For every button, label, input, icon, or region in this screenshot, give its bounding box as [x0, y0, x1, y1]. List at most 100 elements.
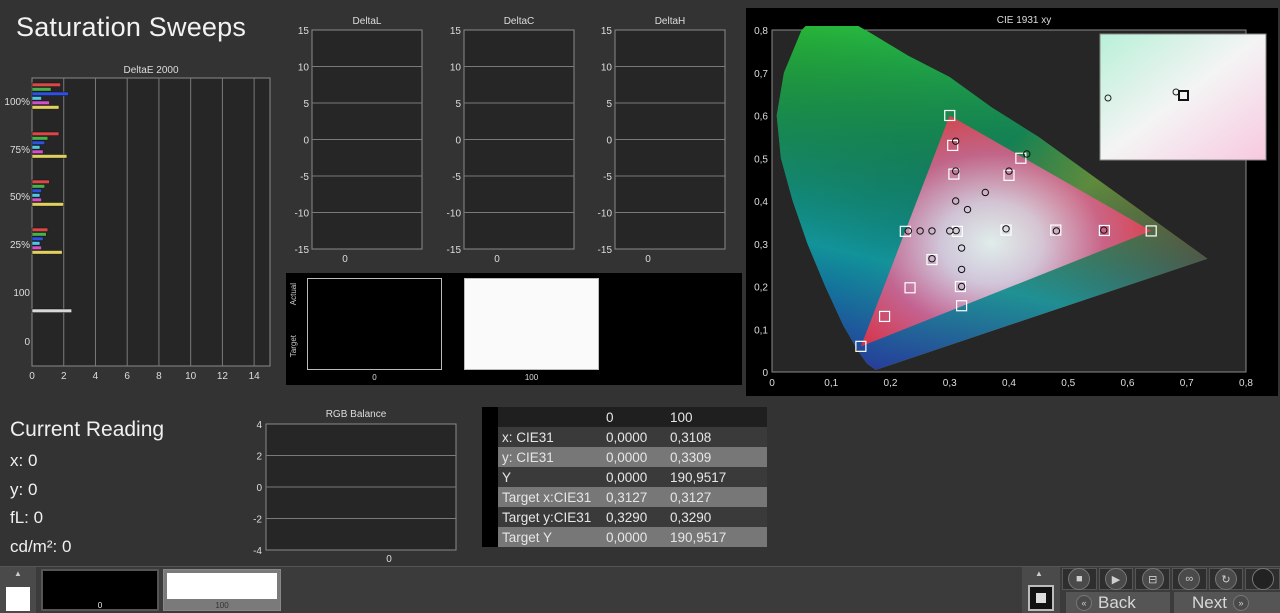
- stop-measure-button[interactable]: [1028, 585, 1054, 611]
- table-row-label: x: CIE31: [502, 429, 554, 445]
- step-button[interactable]: ⊟: [1135, 568, 1171, 590]
- deltae-xtick: 2: [61, 371, 67, 382]
- deltae-xtick: 10: [185, 371, 197, 382]
- table-row-stub: [482, 427, 498, 447]
- table-cell: 190,9517: [670, 529, 727, 545]
- measurement-table: 0 100 x: CIE31 0,0000 0,3108 y: CIE31 0,0000…: [482, 407, 767, 547]
- patch-100-label: 100: [215, 601, 229, 610]
- delta-ytick: 15: [298, 26, 310, 37]
- delta-ytick: 5: [455, 99, 461, 110]
- table-header-0: 0: [606, 409, 614, 425]
- deltae-ylabel: 100: [13, 288, 30, 299]
- bottom-bar: ▲ 0 100 ▲ ■ ▶ ⊟ ∞ ↻ « Back Next »: [0, 566, 1280, 613]
- deltae-xtick: 4: [93, 371, 99, 382]
- delta-ytick: -5: [300, 172, 309, 183]
- cie-xtick: 0,6: [1121, 378, 1135, 389]
- deltae-ylabel: 0: [24, 337, 30, 348]
- delta-ytick: -10: [598, 209, 613, 220]
- deltae-bar: [31, 87, 52, 92]
- chevron-left-icon: «: [1076, 594, 1092, 611]
- cie-ytick: 0: [762, 368, 768, 379]
- deltae-bar: [31, 193, 41, 198]
- patch-100[interactable]: 100: [163, 569, 281, 611]
- cie-ytick: 0,6: [754, 112, 768, 123]
- table-row: Y 0,0000 190,9517: [482, 467, 767, 487]
- rgb-ytick: -2: [253, 515, 262, 526]
- patch-0[interactable]: 0: [41, 569, 159, 611]
- table-row-stub: [482, 487, 498, 507]
- delta-ytick: 15: [601, 26, 613, 37]
- deltae-chart-title: DeltaE 2000: [123, 65, 179, 76]
- deltae-bar: [31, 236, 44, 241]
- deltae-bar: [31, 154, 68, 159]
- table-row-stub: [482, 527, 498, 547]
- step-icon: ⊟: [1141, 568, 1164, 590]
- page-title: Saturation Sweeps: [16, 12, 247, 42]
- chevron-up-icon: ▲: [14, 569, 22, 578]
- patch-preview: [6, 587, 30, 611]
- swatch-0: [307, 278, 442, 370]
- table-cell: 0,0000: [606, 449, 648, 465]
- cie-xtick: 0,2: [884, 378, 898, 389]
- rgb-ytick: 4: [256, 420, 262, 431]
- table-cell: 0,0000: [606, 529, 648, 545]
- delta-charts: 15 10 5 0 -5 -10 -15 0 15 10 5 0 -5 -10 -15 0 15 10 5 0 -5 -1…: [295, 26, 726, 265]
- refresh-button[interactable]: ↻: [1208, 568, 1244, 590]
- patch-0-label: 0: [97, 601, 103, 610]
- delta-ytick: -15: [598, 245, 613, 256]
- cie-xtick: 0,4: [1002, 378, 1016, 389]
- delta-ytick: 0: [606, 136, 612, 147]
- reading-fl: fL: 0: [10, 508, 44, 527]
- deltae-ylabel: 75%: [10, 145, 30, 156]
- delta-ytick: 0: [455, 136, 461, 147]
- deltae-bar: [31, 91, 69, 96]
- delta-ytick: 0: [303, 136, 309, 147]
- delta-ytick: -5: [452, 172, 461, 183]
- table-row-label: Target x:CIE31: [502, 489, 592, 505]
- swatch-0-label: 0: [372, 373, 377, 382]
- stop-icon: [1036, 593, 1046, 603]
- deltae-ylabel: 100%: [4, 97, 30, 108]
- cie-zoom-inset: [1099, 33, 1267, 161]
- rgb-balance-chart: 4 2 0 -2 -4 0: [253, 420, 457, 564]
- indicator-button[interactable]: [1245, 568, 1280, 590]
- deltae-bar: [31, 245, 42, 250]
- table-row: x: CIE31 0,0000 0,3108: [482, 427, 767, 447]
- loop-button[interactable]: ∞: [1172, 568, 1207, 590]
- table-row-label: Target y:CIE31: [502, 509, 592, 525]
- table-cell: 0,0000: [606, 469, 648, 485]
- table-row-label: Y: [502, 469, 512, 485]
- delta-ytick: -10: [447, 209, 462, 220]
- deltae-bar: [31, 227, 49, 232]
- delta-xlabel: 0: [342, 254, 348, 265]
- target-label: Target: [289, 335, 298, 358]
- delta-xlabel: 0: [645, 254, 651, 265]
- actual-label: Actual: [289, 283, 298, 306]
- stop-button[interactable]: ■: [1062, 568, 1097, 590]
- table-row-label: y: CIE31: [502, 449, 554, 465]
- current-reading-title: Current Reading: [10, 418, 165, 441]
- delta-ytick: 15: [450, 26, 462, 37]
- rgb-xlabel: 0: [386, 554, 392, 564]
- cie-chart: 0 0,1 0,2 0,3 0,4 0,5 0,6 0,7 0,8 0 0,1 0,2 0,3 0,4 0,…: [754, 26, 1267, 389]
- next-button[interactable]: Next »: [1174, 592, 1280, 613]
- deltae-bar: [31, 250, 63, 255]
- deltae-plot-area: [31, 77, 271, 367]
- table-cell: 0,3309: [670, 449, 712, 465]
- play-icon: ▶: [1105, 568, 1127, 590]
- swatch-100: [464, 278, 599, 370]
- back-button[interactable]: « Back: [1066, 592, 1170, 613]
- delta-ytick: 10: [601, 63, 613, 74]
- measure-panel: ▲: [1022, 567, 1060, 613]
- cie-xtick: 0,1: [824, 378, 838, 389]
- play-button[interactable]: ▶: [1098, 568, 1134, 590]
- next-label: Next: [1192, 592, 1227, 612]
- patch-panel-toggle[interactable]: ▲: [0, 567, 36, 613]
- cie-ytick: 0,5: [754, 154, 768, 165]
- table-cell: 0,3108: [670, 429, 712, 445]
- table-cell: 0,3290: [670, 509, 712, 525]
- delta-ytick: 5: [303, 99, 309, 110]
- table-cell: 190,9517: [670, 469, 727, 485]
- deltae-xtick: 14: [249, 371, 261, 382]
- loop-icon: ∞: [1178, 568, 1201, 590]
